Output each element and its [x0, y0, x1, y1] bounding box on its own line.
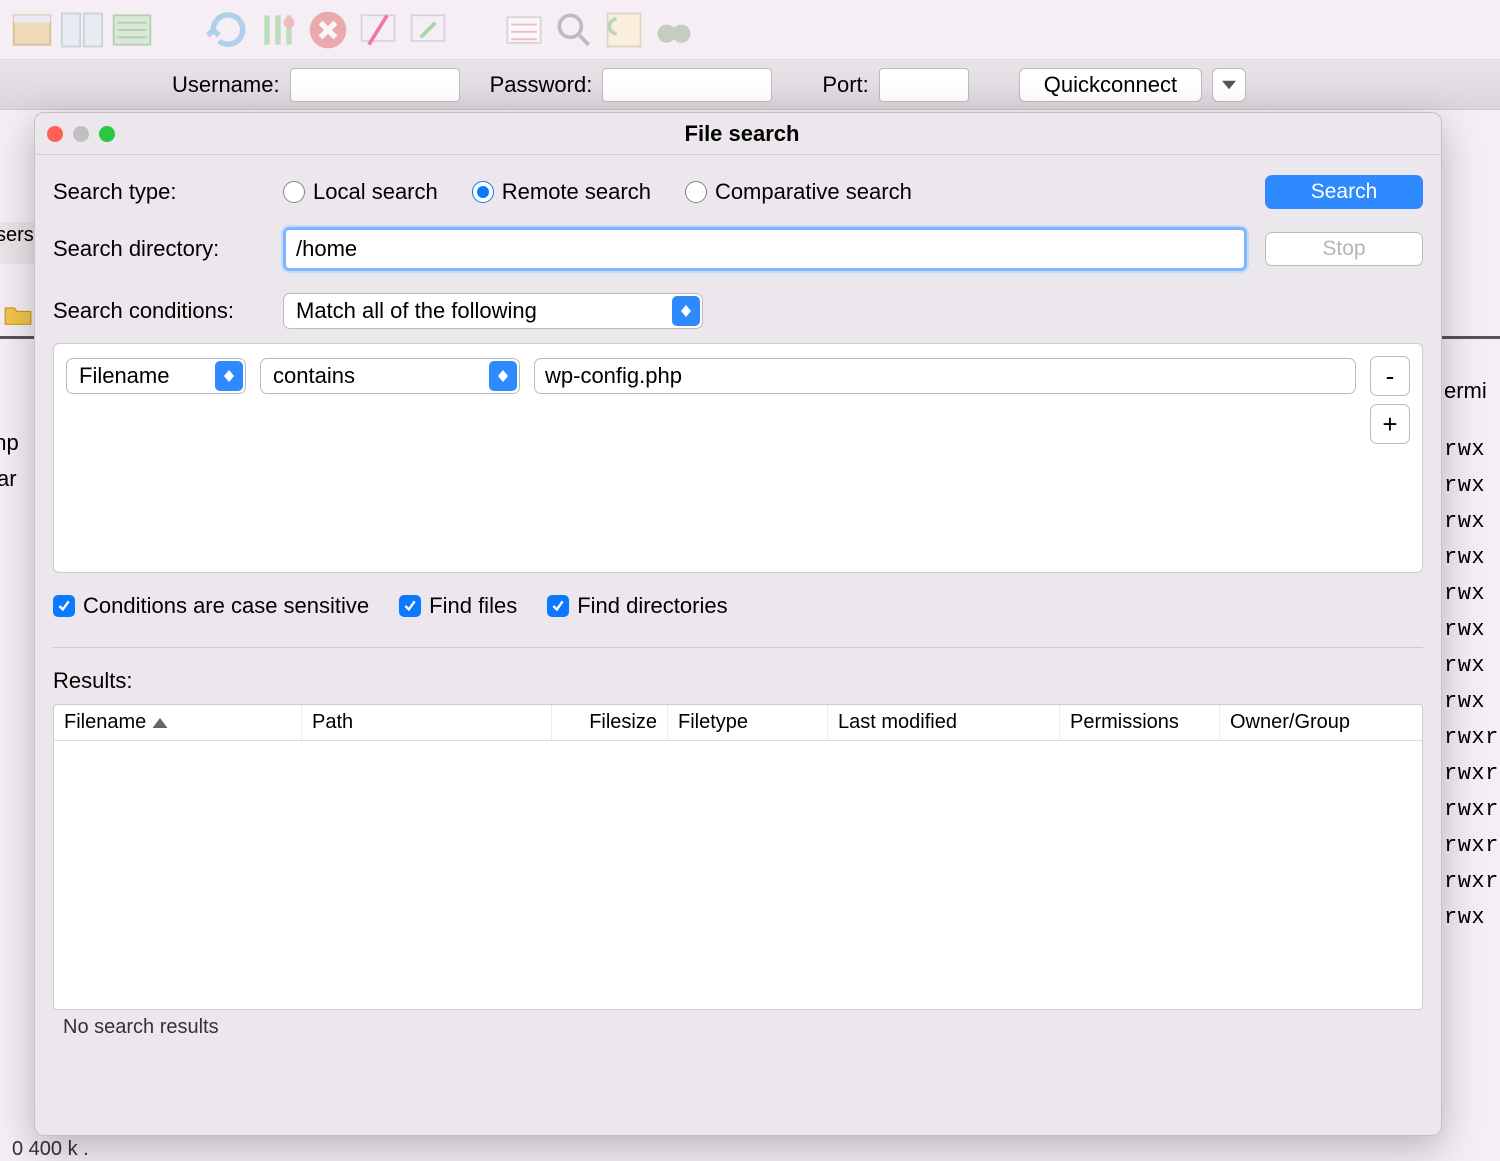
search-conditions-label: Search conditions:	[53, 298, 283, 324]
match-mode-select[interactable]: Match all of the following	[283, 293, 703, 329]
reconnect-icon[interactable]	[406, 10, 450, 50]
search-button[interactable]: Search	[1265, 175, 1423, 209]
close-icon[interactable]	[47, 126, 63, 142]
cancel-icon[interactable]	[306, 10, 350, 50]
port-label: Port:	[822, 72, 868, 98]
chevron-updown-icon	[489, 361, 517, 391]
find-files-checkbox[interactable]: Find files	[399, 593, 517, 619]
conditions-box: Filename contains - +	[53, 343, 1423, 573]
username-label: Username:	[172, 72, 280, 98]
col-filetype[interactable]: Filetype	[668, 705, 828, 740]
dialog-status: No search results	[53, 1010, 1423, 1044]
quickconnect-button[interactable]: Quickconnect	[1019, 68, 1202, 102]
bg-perms-fragment: rwx rwx rwx rwx rwx rwx rwx rwx rwxr rwx…	[1444, 432, 1499, 936]
password-input[interactable]	[602, 68, 772, 102]
toggle-log-icon[interactable]	[60, 10, 104, 50]
radio-remote-search[interactable]: Remote search	[472, 179, 651, 205]
search-directory-input[interactable]	[283, 227, 1247, 271]
bg-sar-fragment: sar	[0, 466, 17, 492]
port-input[interactable]	[879, 68, 969, 102]
filter-icon[interactable]	[502, 10, 546, 50]
col-last-modified[interactable]: Last modified	[828, 705, 1060, 740]
bg-ermi-fragment: ermi	[1444, 378, 1487, 404]
dialog-title: File search	[115, 121, 1369, 147]
bg-php-fragment: php	[0, 430, 19, 456]
quickconnect-bar: Username: Password: Port: Quickconnect	[0, 60, 1500, 110]
dialog-titlebar[interactable]: File search	[35, 113, 1441, 155]
radio-local-search[interactable]: Local search	[283, 179, 438, 205]
site-manager-icon[interactable]	[10, 10, 54, 50]
case-sensitive-checkbox[interactable]: Conditions are case sensitive	[53, 593, 369, 619]
results-label: Results:	[53, 668, 1423, 694]
refresh-icon[interactable]	[206, 10, 250, 50]
sort-ascending-icon	[152, 711, 168, 734]
stop-button[interactable]: Stop	[1265, 232, 1423, 266]
chevron-updown-icon	[215, 361, 243, 391]
file-search-dialog: File search Search type: Local search Re…	[34, 112, 1442, 1136]
bg-statusbar-fragment: 0 400 k .	[12, 1138, 89, 1161]
chevron-updown-icon	[672, 296, 700, 326]
condition-operator-select[interactable]: contains	[260, 358, 520, 394]
password-label: Password:	[490, 72, 593, 98]
add-condition-button[interactable]: +	[1370, 404, 1410, 444]
binoculars-icon[interactable]	[652, 10, 696, 50]
maximize-icon[interactable]	[99, 126, 115, 142]
toggle-tree-icon[interactable]	[110, 10, 154, 50]
divider	[53, 647, 1423, 648]
minimize-icon[interactable]	[73, 126, 89, 142]
search-type-label: Search type:	[53, 179, 283, 205]
remove-condition-button[interactable]: -	[1370, 356, 1410, 396]
results-header: Filename Path Filesize Filetype Last mod…	[54, 705, 1422, 741]
results-table: Filename Path Filesize Filetype Last mod…	[53, 704, 1423, 1010]
col-filesize[interactable]: Filesize	[552, 705, 668, 740]
username-input[interactable]	[290, 68, 460, 102]
bg-sers-fragment: sers	[0, 222, 36, 264]
search-directory-label: Search directory:	[53, 236, 283, 262]
search-icon[interactable]	[552, 10, 596, 50]
col-owner-group[interactable]: Owner/Group	[1220, 705, 1380, 740]
col-permissions[interactable]: Permissions	[1060, 705, 1220, 740]
condition-field-select[interactable]: Filename	[66, 358, 246, 394]
col-filename[interactable]: Filename	[54, 705, 302, 740]
compare-icon[interactable]	[602, 10, 646, 50]
folder-icon	[4, 304, 32, 326]
main-toolbar	[0, 0, 1500, 60]
radio-comparative-search[interactable]: Comparative search	[685, 179, 912, 205]
condition-value-input[interactable]	[534, 358, 1356, 394]
col-path[interactable]: Path	[302, 705, 552, 740]
condition-row: Filename contains -	[66, 356, 1410, 396]
quickconnect-dropdown-icon[interactable]	[1212, 68, 1246, 102]
disconnect-icon[interactable]	[356, 10, 400, 50]
find-directories-checkbox[interactable]: Find directories	[547, 593, 727, 619]
queue-process-icon[interactable]	[256, 10, 300, 50]
